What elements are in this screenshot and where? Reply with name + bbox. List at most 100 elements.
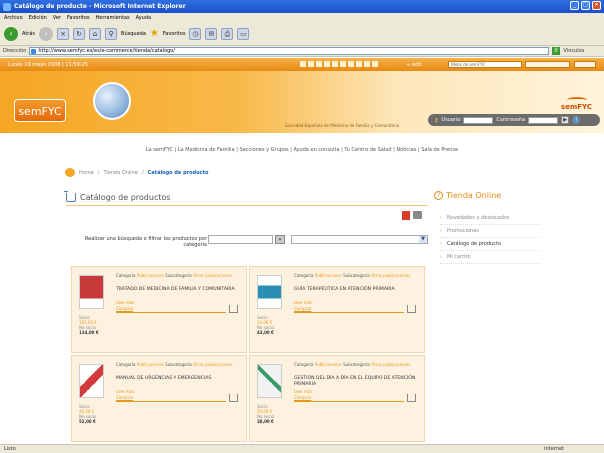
breadcrumb-separator: /: [141, 169, 144, 176]
maximize-button[interactable]: □: [581, 1, 590, 10]
subcategory-value[interactable]: Otras publicaciones: [193, 273, 233, 278]
url-input[interactable]: http://www.semfyc.es/es/e-commerce/tiend…: [29, 47, 550, 55]
sidebar-item-promociones[interactable]: Promociones: [440, 225, 540, 238]
print-icon[interactable]: ⎙: [221, 27, 234, 40]
brand-mark: semFYC: [561, 97, 592, 111]
category-value[interactable]: Publicaciones: [137, 273, 164, 278]
username-input[interactable]: [463, 116, 494, 124]
back-icon[interactable]: ‹: [4, 26, 18, 41]
read-more-link[interactable]: Leer más: [294, 300, 312, 305]
subcategory-label: Subcategoría: [165, 273, 192, 278]
back-label[interactable]: Atrás: [22, 31, 35, 37]
product-title[interactable]: Manual de urgencias y emergencias: [116, 376, 241, 382]
category-value[interactable]: Publicaciones: [315, 273, 342, 278]
product-title[interactable]: Guía terapéutica en atención primaria: [294, 287, 419, 293]
mail-icon[interactable]: ✉: [205, 27, 218, 40]
menu-ver[interactable]: Ver: [53, 15, 61, 21]
product-cover[interactable]: [79, 275, 104, 309]
addthis-button[interactable]: + add: [406, 62, 421, 68]
product-cover[interactable]: [257, 364, 282, 398]
main-nav[interactable]: La semFYC | La Medicina de Familia | Sec…: [0, 147, 604, 153]
product-grid: Categoría Publicaciones Subcategoría Otr…: [71, 266, 427, 453]
nosocio-price: 43,00 €: [257, 330, 274, 335]
menu-archivo[interactable]: Archivo: [4, 15, 23, 21]
print-icon[interactable]: [413, 211, 422, 219]
add-to-cart-icon[interactable]: [229, 305, 238, 313]
buy-link[interactable]: Comprar: [294, 306, 311, 311]
sites-select[interactable]: Webs de semFYC: [448, 61, 522, 68]
go-button[interactable]: Ir: [552, 47, 561, 55]
sidebar-item-catalogo[interactable]: Catálogo de producto: [440, 238, 540, 251]
breadcrumb-shop[interactable]: Tienda Online: [103, 170, 138, 176]
menu-favoritos[interactable]: Favoritos: [67, 15, 90, 21]
password-input[interactable]: [528, 116, 559, 124]
home-icon[interactable]: ⌂: [89, 27, 102, 40]
sidebar-item-novedades[interactable]: Novedades y destacados: [440, 212, 540, 225]
menu-edicion[interactable]: Edición: [29, 15, 47, 21]
product-cover[interactable]: [257, 275, 282, 309]
add-to-cart-icon[interactable]: [407, 394, 416, 402]
browser-toolbar: ‹ Atrás › × ↻ ⌂ ⚲ Búsqueda ★ Favoritos ◷…: [0, 22, 604, 46]
subcategory-label: Subcategoría: [165, 362, 192, 367]
buy-link[interactable]: Comprar: [294, 395, 311, 400]
tool-icon[interactable]: [316, 61, 322, 67]
read-more-link[interactable]: Leer más: [294, 389, 312, 394]
product-title[interactable]: Gestión del día a día en el equipo de at…: [294, 376, 419, 388]
category-value[interactable]: Publicaciones: [137, 362, 164, 367]
nosocio-price: 38,00 €: [257, 419, 274, 424]
product-cover[interactable]: [79, 364, 104, 398]
refresh-icon[interactable]: ↻: [73, 27, 86, 40]
add-to-cart-icon[interactable]: [407, 305, 416, 313]
folder-icon[interactable]: ▭: [237, 27, 250, 40]
tool-icon[interactable]: [324, 61, 330, 67]
breadcrumb-separator: /: [97, 169, 100, 176]
status-text: Listo: [4, 446, 16, 452]
tool-icon[interactable]: [372, 61, 378, 67]
close-button[interactable]: ×: [592, 1, 601, 10]
home-icon[interactable]: [65, 168, 75, 177]
stop-icon[interactable]: ×: [57, 27, 70, 40]
site-search-button[interactable]: [574, 61, 596, 68]
globe-image: [93, 82, 131, 120]
search-icon[interactable]: ⚲: [105, 27, 118, 40]
favorites-icon[interactable]: ★: [150, 28, 159, 39]
tool-icon[interactable]: [356, 61, 362, 67]
subcategory-value[interactable]: Otras publicaciones: [371, 362, 411, 367]
sidebar-item-carrito[interactable]: Mi carrito: [440, 251, 540, 264]
links-label[interactable]: Vínculos: [563, 48, 584, 54]
history-icon[interactable]: ◷: [189, 27, 202, 40]
menu-herramientas[interactable]: Herramientas: [96, 15, 130, 21]
tool-icon[interactable]: [300, 61, 306, 67]
search-label[interactable]: Búsqueda: [121, 31, 146, 37]
breadcrumb-home[interactable]: Home: [79, 170, 94, 176]
category-select[interactable]: ▼: [291, 235, 428, 244]
add-to-cart-icon[interactable]: [229, 394, 238, 402]
pdf-icon[interactable]: [402, 211, 410, 220]
tool-icon[interactable]: [348, 61, 354, 67]
breadcrumb-current: Catálogo de producto: [147, 169, 209, 176]
semfyc-logo[interactable]: semFYC: [14, 99, 66, 122]
read-more-link[interactable]: Leer más: [116, 389, 134, 394]
login-button[interactable]: ▶: [561, 116, 570, 124]
tool-icon[interactable]: [308, 61, 314, 67]
minimize-button[interactable]: _: [570, 1, 579, 10]
info-icon[interactable]: i: [572, 116, 581, 124]
search-button[interactable]: »: [275, 235, 285, 244]
forward-icon[interactable]: ›: [39, 26, 54, 41]
tool-icon[interactable]: [364, 61, 370, 67]
buy-link[interactable]: Comprar: [116, 395, 133, 400]
buy-link[interactable]: Comprar: [116, 306, 133, 311]
tool-icon[interactable]: [332, 61, 338, 67]
tool-icon[interactable]: [340, 61, 346, 67]
menu-ayuda[interactable]: Ayuda: [136, 15, 151, 21]
product-title[interactable]: Tratado de Medicina de Familia y Comunit…: [116, 287, 241, 293]
subcategory-value[interactable]: Otras publicaciones: [371, 273, 411, 278]
category-value[interactable]: Publicaciones: [315, 362, 342, 367]
site-search-input[interactable]: [525, 61, 570, 68]
search-input[interactable]: [208, 235, 273, 244]
favorites-label[interactable]: Favoritos: [163, 31, 186, 37]
subcategory-value[interactable]: Otras publicaciones: [193, 362, 233, 367]
read-more-link[interactable]: Leer más: [116, 300, 134, 305]
chevron-down-icon[interactable]: ▼: [419, 236, 427, 243]
subcategory-label: Subcategoría: [343, 362, 370, 367]
